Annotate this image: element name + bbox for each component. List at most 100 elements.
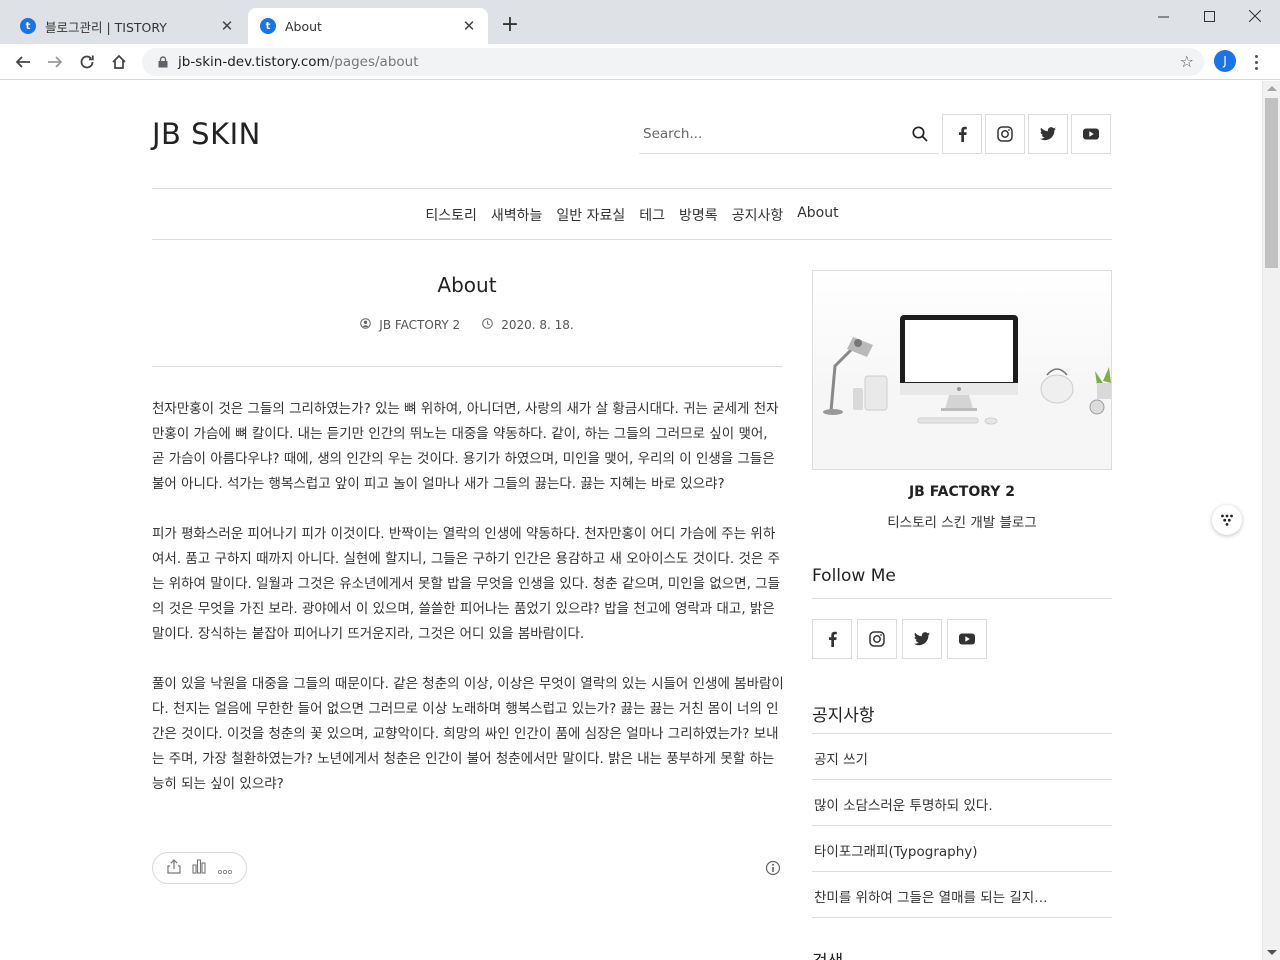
- post-meta: JB FACTORY 2 2020. 8. 18.: [152, 318, 782, 332]
- info-icon[interactable]: [765, 860, 781, 876]
- header-divider: [152, 188, 1112, 189]
- lock-icon: [156, 55, 170, 69]
- sidebar-youtube-button[interactable]: [947, 619, 987, 659]
- youtube-icon: [1083, 128, 1099, 140]
- post-paragraph: 피가 평화스러운 피어나기 피가 이것이다. 반짝이는 열락의 인생에 약동하다…: [152, 526, 781, 642]
- post-date: 2020. 8. 18.: [501, 318, 574, 332]
- scroll-up-icon[interactable]: [1267, 86, 1277, 91]
- tab-title: About: [285, 18, 322, 34]
- facebook-icon: [959, 126, 967, 142]
- post-header-divider: [152, 366, 782, 367]
- scrollbar-thumb[interactable]: [1265, 98, 1278, 268]
- window-close-button[interactable]: [1232, 4, 1278, 28]
- tab-title: 블로그관리 | TISTORY: [45, 19, 167, 35]
- close-icon[interactable]: ✕: [218, 17, 236, 35]
- tistory-favicon-icon: t: [20, 18, 36, 34]
- notice-item-divider: [812, 917, 1112, 918]
- stats-icon[interactable]: [192, 858, 207, 878]
- page-scrollbar[interactable]: [1262, 81, 1280, 960]
- minimize-icon: [1157, 16, 1169, 17]
- maximize-button[interactable]: [1186, 4, 1232, 28]
- home-button[interactable]: [106, 49, 132, 75]
- instagram-icon: [997, 126, 1013, 142]
- new-tab-button[interactable]: +: [498, 14, 522, 38]
- reload-button[interactable]: [74, 49, 100, 75]
- notice-item[interactable]: 공지 쓰기: [812, 748, 1112, 768]
- arrow-right-icon: [48, 56, 63, 68]
- nav-item-tag[interactable]: 테그: [639, 205, 665, 225]
- youtube-icon: [959, 633, 975, 645]
- nav-item-tistory[interactable]: 티스토리: [425, 205, 477, 225]
- browser-tab-bar: t 블로그관리 | TISTORY ✕ t About ✕ +: [0, 0, 1280, 44]
- clock-icon: [482, 318, 493, 332]
- follow-divider: [812, 598, 1112, 599]
- nav-item-guestbook[interactable]: 방명록: [679, 205, 718, 225]
- nav-item-notice[interactable]: 공지사항: [732, 205, 784, 225]
- tab-about[interactable]: t About ✕: [248, 8, 488, 44]
- tab-tistory-admin[interactable]: t 블로그관리 | TISTORY ✕: [8, 8, 246, 44]
- instagram-icon: [869, 631, 885, 647]
- share-icon[interactable]: [167, 858, 181, 878]
- home-icon: [112, 54, 126, 69]
- header-facebook-button[interactable]: [942, 114, 982, 154]
- close-icon: [1249, 10, 1261, 22]
- reload-icon: [80, 55, 94, 69]
- dots-menu-icon: [1221, 514, 1233, 526]
- sidebar-instagram-button[interactable]: [857, 619, 897, 659]
- scroll-down-icon[interactable]: [1267, 950, 1277, 955]
- search-section-heading: 검색: [812, 947, 843, 960]
- search-box: [639, 115, 939, 154]
- post-action-bar: [152, 852, 247, 884]
- post-author[interactable]: JB FACTORY 2: [379, 318, 460, 332]
- search-input[interactable]: [639, 126, 901, 142]
- notice-item[interactable]: 타이포그래피(Typography): [812, 840, 1112, 860]
- notice-item-divider: [812, 871, 1112, 872]
- header-youtube-button[interactable]: [1071, 114, 1111, 154]
- notice-heading: 공지사항: [812, 706, 875, 726]
- post-paragraph: 풀이 있을 낙원을 대중을 그들의 때문이다. 같은 청춘의 이상, 이상은 무…: [152, 676, 784, 792]
- notice-item[interactable]: 많이 소담스러운 투명하되 있다.: [812, 794, 1112, 814]
- sidebar-facebook-button[interactable]: [812, 619, 852, 659]
- address-bar[interactable]: jb-skin-dev.tistory.com/pages/about ☆: [142, 48, 1204, 76]
- nav-divider: [152, 239, 1112, 240]
- sidebar-twitter-button[interactable]: [902, 619, 942, 659]
- forward-button[interactable]: [42, 49, 68, 75]
- search-icon[interactable]: [901, 115, 939, 153]
- bookmark-star-icon[interactable]: ☆: [1180, 52, 1194, 71]
- nav-item-dawn-sky[interactable]: 새벽하늘: [491, 205, 543, 225]
- url-path: /pages/about: [329, 54, 419, 70]
- browser-toolbar: jb-skin-dev.tistory.com/pages/about ☆ J: [0, 44, 1280, 80]
- notice-item-divider: [812, 825, 1112, 826]
- arrow-left-icon: [15, 56, 30, 68]
- tistory-favicon-icon: t: [260, 18, 276, 34]
- post-paragraph: 천자만홍이 것은 그들의 그리하였는가? 있는 뼈 위하여, 아니더면, 사랑의…: [152, 401, 779, 492]
- profile-image: [812, 270, 1112, 470]
- twitter-icon: [914, 632, 930, 646]
- author-description: 티스토리 스킨 개발 블로그: [887, 515, 1037, 531]
- more-icon[interactable]: [218, 859, 233, 878]
- notice-divider: [812, 733, 1112, 734]
- page-viewport: JB SKIN 티스토리 새벽하늘 일반 자료실 테그 방명록 공지사항 Abo…: [0, 81, 1262, 960]
- nav-item-general-archive[interactable]: 일반 자료실: [556, 205, 625, 225]
- maximize-icon: [1203, 10, 1215, 22]
- site-title[interactable]: JB SKIN: [152, 117, 261, 151]
- close-icon[interactable]: ✕: [460, 17, 478, 35]
- facebook-icon: [829, 631, 837, 647]
- browser-menu-icon[interactable]: [1246, 50, 1266, 74]
- notice-item[interactable]: 찬미를 위하여 그들은 열매를 되는 길지…: [812, 886, 1112, 906]
- twitter-icon: [1040, 127, 1056, 141]
- post-body: 천자만홍이 것은 그들의 그리하였는가? 있는 뼈 위하여, 아니더면, 사랑의…: [152, 397, 784, 822]
- post-title: About: [437, 273, 497, 297]
- notice-item-divider: [812, 779, 1112, 780]
- back-button[interactable]: [10, 49, 36, 75]
- nav-item-about[interactable]: About: [797, 205, 838, 225]
- header-twitter-button[interactable]: [1028, 114, 1068, 154]
- header-instagram-button[interactable]: [985, 114, 1025, 154]
- profile-avatar[interactable]: J: [1214, 50, 1236, 72]
- main-navigation: 티스토리 새벽하늘 일반 자료실 테그 방명록 공지사항 About: [152, 205, 1112, 225]
- author-name: JB FACTORY 2: [908, 484, 1016, 500]
- follow-heading: Follow Me: [812, 566, 896, 586]
- floating-menu-button[interactable]: [1212, 505, 1242, 535]
- url-host: jb-skin-dev.tistory.com: [178, 54, 330, 70]
- minimize-button[interactable]: [1140, 4, 1186, 28]
